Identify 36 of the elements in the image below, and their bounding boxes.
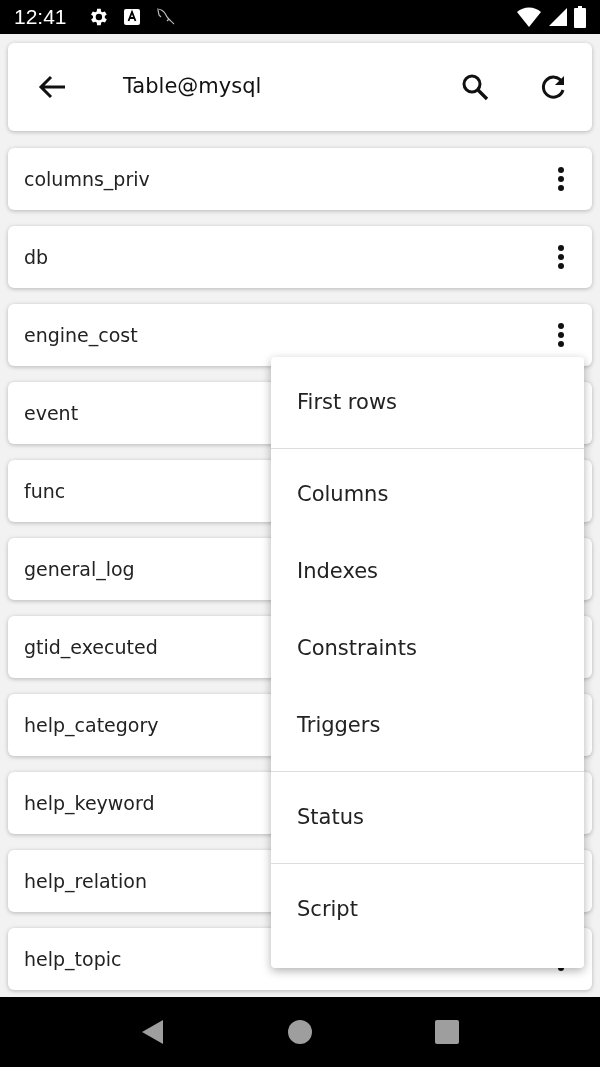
table-name: func (24, 478, 66, 504)
home-nav-icon[interactable] (288, 1020, 312, 1044)
more-vertical-icon (557, 322, 565, 348)
menu-item[interactable]: Indexes (271, 533, 584, 610)
menu-item[interactable]: Triggers (271, 687, 584, 764)
menu-item[interactable]: Columns (271, 456, 584, 533)
table-name: general_log (24, 556, 135, 583)
table-name: help_keyword (24, 790, 155, 817)
table-name: db (24, 244, 49, 270)
table-row[interactable]: db (8, 226, 592, 288)
wifi-icon (516, 6, 542, 28)
table-name: help_category (24, 712, 159, 739)
table-name: event (24, 400, 79, 426)
dolphin-icon (154, 7, 177, 27)
table-row[interactable]: columns_priv (8, 148, 592, 210)
app-notification-icon (122, 8, 141, 26)
search-icon (461, 73, 489, 101)
signal-icon (548, 7, 568, 27)
table-name: help_relation (24, 868, 147, 895)
battery-icon (574, 6, 586, 28)
more-vertical-icon (557, 244, 565, 270)
toolbar-title: Table@mysql (123, 73, 262, 101)
table-name: columns_priv (24, 166, 150, 193)
menu-item[interactable]: Status (271, 779, 584, 856)
refresh-icon (539, 73, 567, 101)
table-name: gtid_executed (24, 634, 158, 661)
table-name: engine_cost (24, 322, 138, 349)
status-time: 12:41 (14, 4, 67, 31)
more-vertical-icon (557, 968, 565, 972)
back-nav-icon[interactable] (141, 1019, 166, 1045)
menu-item[interactable]: Script (271, 871, 584, 948)
recents-nav-icon[interactable] (434, 1020, 459, 1044)
more-vertical-icon (557, 166, 565, 192)
back-arrow-icon (38, 75, 66, 99)
menu-item[interactable]: First rows (271, 364, 584, 441)
menu-item[interactable]: Constraints (271, 610, 584, 687)
